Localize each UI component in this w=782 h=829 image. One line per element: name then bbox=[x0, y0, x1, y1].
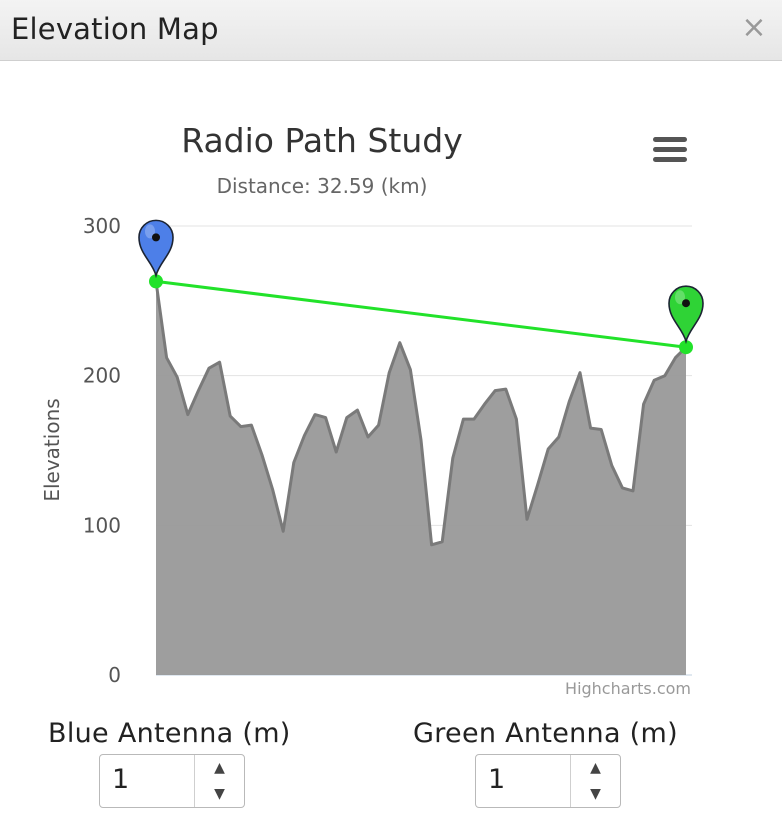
blue-decrement-icon[interactable]: ▼ bbox=[195, 781, 244, 807]
elevation-chart: Elevations 0 100 200 300 Radio Path Study D… bbox=[40, 121, 704, 698]
y-axis-title: Elevations bbox=[40, 398, 64, 501]
blue-antenna-label: Blue Antenna (m) bbox=[48, 718, 291, 749]
green-antenna-value[interactable]: 1 bbox=[488, 764, 505, 795]
y-tick-label: 200 bbox=[83, 364, 121, 388]
green-decrement-icon[interactable]: ▼ bbox=[571, 781, 620, 807]
green-antenna-stepper[interactable]: 1 ▲ ▼ bbox=[475, 754, 621, 808]
y-tick-label: 0 bbox=[108, 663, 121, 687]
chart-title: Radio Path Study bbox=[181, 121, 462, 160]
green-antenna-control: Green Antenna (m) 1 ▲ ▼ bbox=[413, 718, 703, 808]
blue-antenna-marker bbox=[138, 219, 174, 279]
y-tick-label: 300 bbox=[83, 214, 121, 238]
menu-icon[interactable] bbox=[653, 137, 687, 162]
credits-link[interactable]: Highcharts.com bbox=[565, 679, 691, 698]
line-of-sight bbox=[155, 279, 687, 349]
terrain-area bbox=[156, 281, 686, 675]
blue-increment-icon[interactable]: ▲ bbox=[195, 755, 244, 781]
y-tick-label: 100 bbox=[83, 513, 121, 537]
antenna-pins bbox=[138, 219, 704, 345]
blue-antenna-control: Blue Antenna (m) 1 ▲ ▼ bbox=[48, 718, 308, 808]
y-axis-ticks: 0 100 200 300 bbox=[83, 214, 121, 687]
chart-subtitle: Distance: 32.59 (km) bbox=[217, 174, 428, 198]
blue-antenna-value[interactable]: 1 bbox=[112, 764, 129, 795]
green-antenna-marker bbox=[668, 285, 704, 345]
green-increment-icon[interactable]: ▲ bbox=[571, 755, 620, 781]
blue-antenna-stepper[interactable]: 1 ▲ ▼ bbox=[99, 754, 245, 808]
green-antenna-label: Green Antenna (m) bbox=[413, 718, 678, 749]
